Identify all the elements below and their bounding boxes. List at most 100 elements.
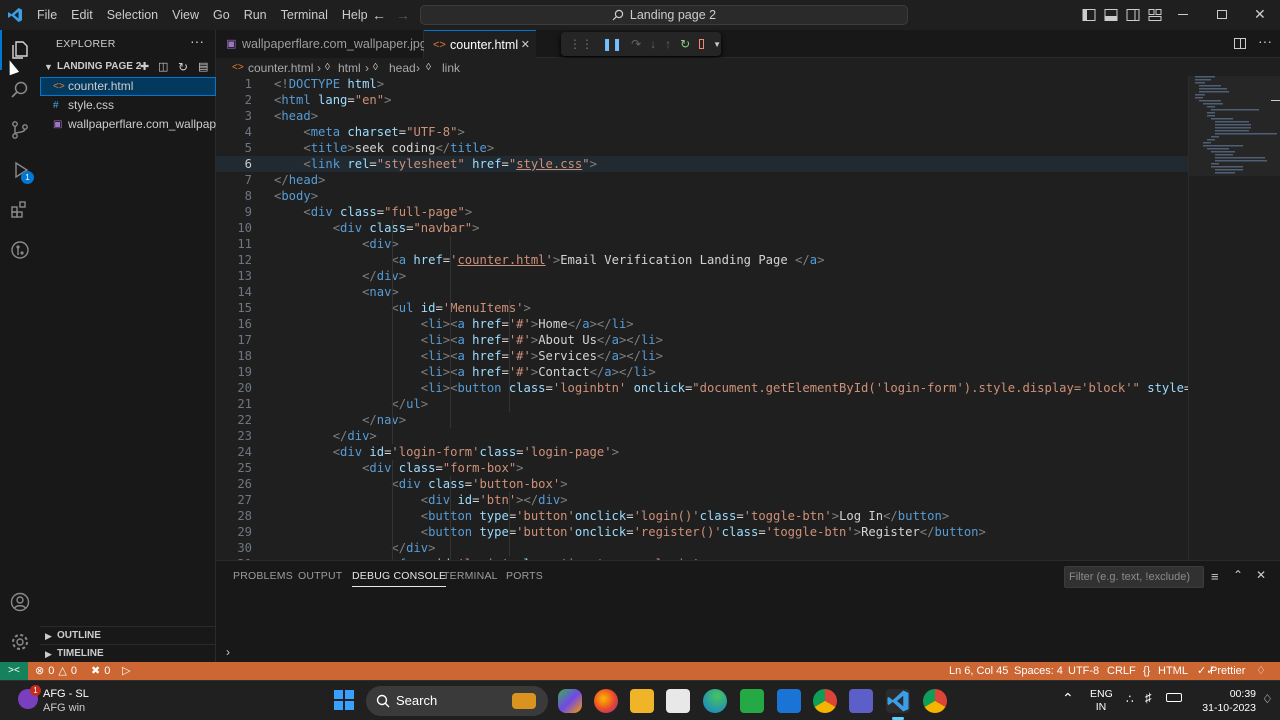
line-number: 4 xyxy=(244,125,252,139)
ports-status[interactable]: ✖ 0 xyxy=(91,662,110,680)
panel-tab-terminal[interactable]: TERMINAL xyxy=(443,570,498,582)
menu-run[interactable]: Run xyxy=(237,0,274,30)
prettier-status[interactable]: Prettier xyxy=(1210,662,1245,680)
refresh-icon[interactable]: ↻ xyxy=(178,58,188,76)
language-mode[interactable]: HTML xyxy=(1158,662,1188,680)
vscode-taskbar-icon[interactable] xyxy=(886,689,910,713)
wifi-icon[interactable]: ∴ xyxy=(1126,692,1134,706)
minimize-icon[interactable] xyxy=(1178,14,1188,15)
menu-help[interactable]: Help xyxy=(335,0,375,30)
line-ending[interactable]: CRLF xyxy=(1107,662,1136,680)
store-icon[interactable] xyxy=(666,689,690,713)
step-into-icon[interactable]: ↓ xyxy=(650,37,656,51)
more-actions-icon[interactable]: ··· xyxy=(190,33,204,49)
accounts-icon[interactable] xyxy=(0,582,40,622)
cursor-position[interactable]: Ln 6, Col 45 xyxy=(949,662,1008,680)
code-line: 27 <div id='btn'></div> xyxy=(216,492,1188,508)
tray-chevron-icon[interactable]: ⌃ xyxy=(1062,690,1074,707)
panel-tab-problems[interactable]: PROBLEMS xyxy=(233,570,293,582)
menu-edit[interactable]: Edit xyxy=(64,0,100,30)
tab-counter-html[interactable]: <> counter.html ✕ xyxy=(424,30,536,58)
file-item[interactable]: <> counter.html xyxy=(40,77,216,96)
close-window-icon[interactable]: ✕ xyxy=(1254,6,1266,23)
firefox-icon[interactable] xyxy=(594,689,618,713)
chrome-icon[interactable] xyxy=(813,689,837,713)
command-center[interactable]: Landing page 2 xyxy=(420,5,908,25)
maximize-panel-icon[interactable]: ⌃ xyxy=(1233,568,1243,582)
timeline-section[interactable]: ▶ TIMELINE xyxy=(40,644,216,662)
copilot-icon[interactable] xyxy=(558,689,582,713)
battery-icon[interactable] xyxy=(1166,693,1182,702)
breadcrumb-html[interactable]: html xyxy=(338,58,361,78)
breadcrumb-link[interactable]: link xyxy=(442,58,460,78)
debug-status-icon[interactable]: ▷ xyxy=(122,662,130,680)
search-activity-icon[interactable] xyxy=(0,70,40,110)
language-indicator[interactable]: ENG IN xyxy=(1090,688,1113,714)
close-tab-icon[interactable]: ✕ xyxy=(521,31,530,59)
code-editor[interactable]: 1 <!DOCTYPE html> 2 <html lang="en"> 3 <head>… xyxy=(216,76,1188,560)
taskbar-search[interactable]: Search xyxy=(366,686,548,716)
encoding[interactable]: UTF-8 xyxy=(1068,662,1099,680)
notification-bell-icon[interactable]: ♢ xyxy=(1262,692,1273,706)
split-editor-icon[interactable] xyxy=(1234,38,1246,49)
gitlens-icon[interactable] xyxy=(0,230,40,270)
file-item[interactable]: # style.css xyxy=(40,96,216,115)
tab-wallpaper[interactable]: ▣ wallpaperflare.com_wallpaper.jpg xyxy=(216,30,427,58)
minimap[interactable] xyxy=(1188,76,1280,560)
chevron-down-icon[interactable]: ▼ xyxy=(713,40,721,49)
source-control-icon[interactable] xyxy=(0,110,40,150)
panel-tab-ports[interactable]: PORTS xyxy=(506,570,543,582)
step-out-icon[interactable]: ↑ xyxy=(665,37,671,51)
step-over-icon[interactable]: ↷ xyxy=(631,37,641,51)
menu-view[interactable]: View xyxy=(165,0,206,30)
breadcrumb-head[interactable]: head xyxy=(389,58,416,78)
volume-icon[interactable]: ♯ xyxy=(1145,690,1152,705)
breadcrumb-file[interactable]: counter.html xyxy=(248,58,313,78)
menu-file[interactable]: File xyxy=(30,0,64,30)
toggle-sidebar-icon[interactable] xyxy=(1082,8,1096,22)
remote-icon[interactable]: >< xyxy=(0,662,28,680)
filter-input[interactable]: Filter (e.g. text, !exclude) xyxy=(1064,566,1204,588)
toggle-panel-icon[interactable] xyxy=(1104,8,1118,22)
maximize-icon[interactable] xyxy=(1217,10,1227,19)
bell-icon[interactable]: ♢ xyxy=(1256,662,1266,680)
start-button[interactable] xyxy=(334,690,354,710)
code-line: 8 <body> xyxy=(216,188,1188,204)
drag-handle-icon[interactable]: ⋮⋮ xyxy=(569,37,593,51)
problems-status[interactable]: ⊗ 0 △ 0 xyxy=(35,662,77,680)
console-prompt-icon[interactable]: › xyxy=(226,645,230,659)
forward-arrow-icon[interactable]: → xyxy=(396,7,410,23)
menu-terminal[interactable]: Terminal xyxy=(274,0,335,30)
teams-icon[interactable] xyxy=(849,689,873,713)
run-debug-icon[interactable]: 1 xyxy=(0,150,40,190)
whatsapp-icon[interactable] xyxy=(740,689,764,713)
more-actions-icon[interactable]: ··· xyxy=(1258,33,1272,49)
restart-icon[interactable]: ↻ xyxy=(680,37,690,51)
stop-icon[interactable] xyxy=(699,39,705,49)
file-explorer-icon[interactable] xyxy=(630,689,654,713)
back-arrow-icon[interactable]: ← xyxy=(372,7,386,23)
menu-go[interactable]: Go xyxy=(206,0,237,30)
outlook-icon[interactable] xyxy=(777,689,801,713)
toggle-secondary-sidebar-icon[interactable] xyxy=(1126,8,1140,22)
folder-header[interactable]: ▼ LANDING PAGE 2 ✚ ◫ ↻ ▤ xyxy=(40,58,216,76)
file-item[interactable]: ▣ wallpaperflare.com_wallpape... xyxy=(40,115,216,134)
clock[interactable]: 00:39 31-10-2023 xyxy=(1192,687,1256,715)
chrome-profile-icon[interactable] xyxy=(923,689,947,713)
pause-icon[interactable]: ❚❚ xyxy=(602,37,622,51)
weather-widget[interactable]: 1 AFG - SL AFG win xyxy=(18,685,128,715)
edge-icon[interactable] xyxy=(703,689,727,713)
new-file-icon[interactable]: ✚ xyxy=(140,58,149,76)
manage-gear-icon[interactable] xyxy=(0,622,40,662)
extensions-icon[interactable] xyxy=(0,190,40,230)
panel-tab-debug-console[interactable]: DEBUG CONSOLE xyxy=(352,570,447,587)
customize-layout-icon[interactable] xyxy=(1148,8,1162,22)
close-panel-icon[interactable]: ✕ xyxy=(1256,568,1266,582)
indentation[interactable]: Spaces: 4 xyxy=(1014,662,1063,680)
menu-selection[interactable]: Selection xyxy=(100,0,165,30)
collapse-all-icon[interactable]: ▤ xyxy=(198,58,208,76)
panel-tab-output[interactable]: OUTPUT xyxy=(298,570,342,582)
outline-section[interactable]: ▶ OUTLINE xyxy=(40,626,216,644)
clear-console-icon[interactable]: ≡ xyxy=(1211,569,1219,584)
new-folder-icon[interactable]: ◫ xyxy=(158,58,168,76)
